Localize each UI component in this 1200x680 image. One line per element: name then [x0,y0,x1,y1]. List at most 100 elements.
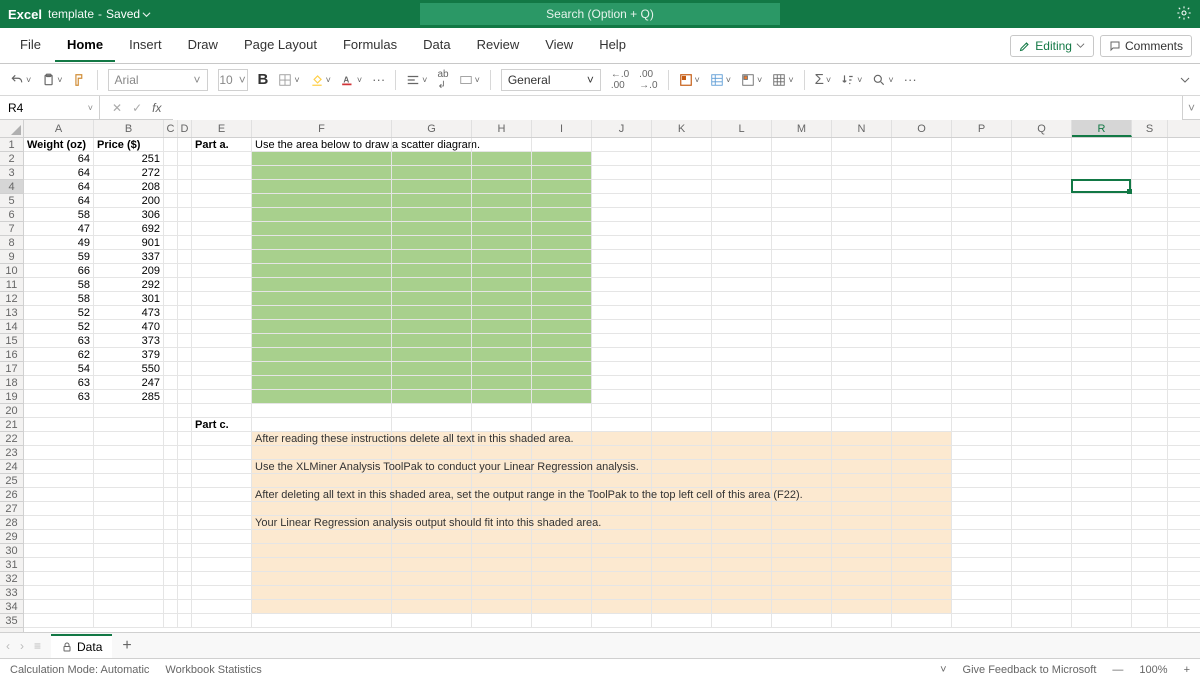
cell-H13[interactable] [472,306,532,319]
cell-L14[interactable] [712,320,772,333]
decrease-decimal-button[interactable]: ←.0.00 [611,69,629,91]
col-header-P[interactable]: P [952,120,1012,137]
cell-H35[interactable] [472,614,532,627]
cell-O25[interactable] [892,474,952,487]
cell-G17[interactable] [392,362,472,375]
cell-R10[interactable] [1072,264,1132,277]
cell-J27[interactable] [592,502,652,515]
cell-N31[interactable] [832,558,892,571]
cell-O22[interactable] [892,432,952,445]
number-format-select[interactable]: General˅ [501,69,601,91]
cell-O18[interactable] [892,376,952,389]
cell-B12[interactable]: 301 [94,292,164,305]
cell-B16[interactable]: 379 [94,348,164,361]
zoom-out-button[interactable]: — [1112,664,1123,676]
cell-J1[interactable] [592,138,652,151]
cell-I33[interactable] [532,586,592,599]
cell-E9[interactable] [192,250,252,263]
cell-D2[interactable] [178,152,192,165]
cell-D13[interactable] [178,306,192,319]
cell-B33[interactable] [94,586,164,599]
cell-F16[interactable] [252,348,392,361]
cell-J35[interactable] [592,614,652,627]
cell-K11[interactable] [652,278,712,291]
cell-M5[interactable] [772,194,832,207]
cell-C33[interactable] [164,586,178,599]
cell-I10[interactable] [532,264,592,277]
cell-A9[interactable]: 59 [24,250,94,263]
col-header-G[interactable]: G [392,120,472,137]
cell-P1[interactable] [952,138,1012,151]
wrap-text-button[interactable]: ab↲ [437,69,448,91]
row-header-20[interactable]: 20 [0,404,23,418]
cell-E13[interactable] [192,306,252,319]
merge-button[interactable]: ˅ [459,73,480,87]
cell-B8[interactable]: 901 [94,236,164,249]
cell-N16[interactable] [832,348,892,361]
cell-K23[interactable] [652,446,712,459]
cell-O12[interactable] [892,292,952,305]
row-header-23[interactable]: 23 [0,446,23,460]
cell-E32[interactable] [192,572,252,585]
cell-S21[interactable] [1132,418,1168,431]
cell-A1[interactable]: Weight (oz) [24,138,94,151]
cell-S6[interactable] [1132,208,1168,221]
cell-O13[interactable] [892,306,952,319]
row-header-14[interactable]: 14 [0,320,23,334]
cell-E19[interactable] [192,390,252,403]
cell-E26[interactable] [192,488,252,501]
cell-H33[interactable] [472,586,532,599]
col-header-Q[interactable]: Q [1012,120,1072,137]
cell-G12[interactable] [392,292,472,305]
cell-G3[interactable] [392,166,472,179]
cell-S9[interactable] [1132,250,1168,263]
cell-O32[interactable] [892,572,952,585]
cell-Q3[interactable] [1012,166,1072,179]
cell-M7[interactable] [772,222,832,235]
cell-N10[interactable] [832,264,892,277]
cell-D20[interactable] [178,404,192,417]
cell-J17[interactable] [592,362,652,375]
cell-N3[interactable] [832,166,892,179]
cell-H14[interactable] [472,320,532,333]
cell-C19[interactable] [164,390,178,403]
cell-J23[interactable] [592,446,652,459]
cell-A34[interactable] [24,600,94,613]
cell-D28[interactable] [178,516,192,529]
cell-P27[interactable] [952,502,1012,515]
cell-O15[interactable] [892,334,952,347]
cell-A16[interactable]: 62 [24,348,94,361]
cell-I8[interactable] [532,236,592,249]
cell-N14[interactable] [832,320,892,333]
cell-E16[interactable] [192,348,252,361]
cell-D21[interactable] [178,418,192,431]
cell-O4[interactable] [892,180,952,193]
cell-D1[interactable] [178,138,192,151]
cell-K34[interactable] [652,600,712,613]
cell-E18[interactable] [192,376,252,389]
cell-O27[interactable] [892,502,952,515]
cell-L25[interactable] [712,474,772,487]
cell-S24[interactable] [1132,460,1168,473]
col-header-A[interactable]: A [24,120,94,137]
cell-P28[interactable] [952,516,1012,529]
cell-S32[interactable] [1132,572,1168,585]
cell-B10[interactable]: 209 [94,264,164,277]
cell-H31[interactable] [472,558,532,571]
cell-B9[interactable]: 337 [94,250,164,263]
row-header-27[interactable]: 27 [0,502,23,516]
cell-Q21[interactable] [1012,418,1072,431]
cell-M11[interactable] [772,278,832,291]
cell-R12[interactable] [1072,292,1132,305]
autosum-button[interactable]: Σ˅ [815,71,832,88]
cell-Q25[interactable] [1012,474,1072,487]
cell-D22[interactable] [178,432,192,445]
cell-O3[interactable] [892,166,952,179]
cell-S5[interactable] [1132,194,1168,207]
cell-I18[interactable] [532,376,592,389]
col-header-L[interactable]: L [712,120,772,137]
cell-M2[interactable] [772,152,832,165]
cell-C35[interactable] [164,614,178,627]
row-header-17[interactable]: 17 [0,362,23,376]
cell-I7[interactable] [532,222,592,235]
